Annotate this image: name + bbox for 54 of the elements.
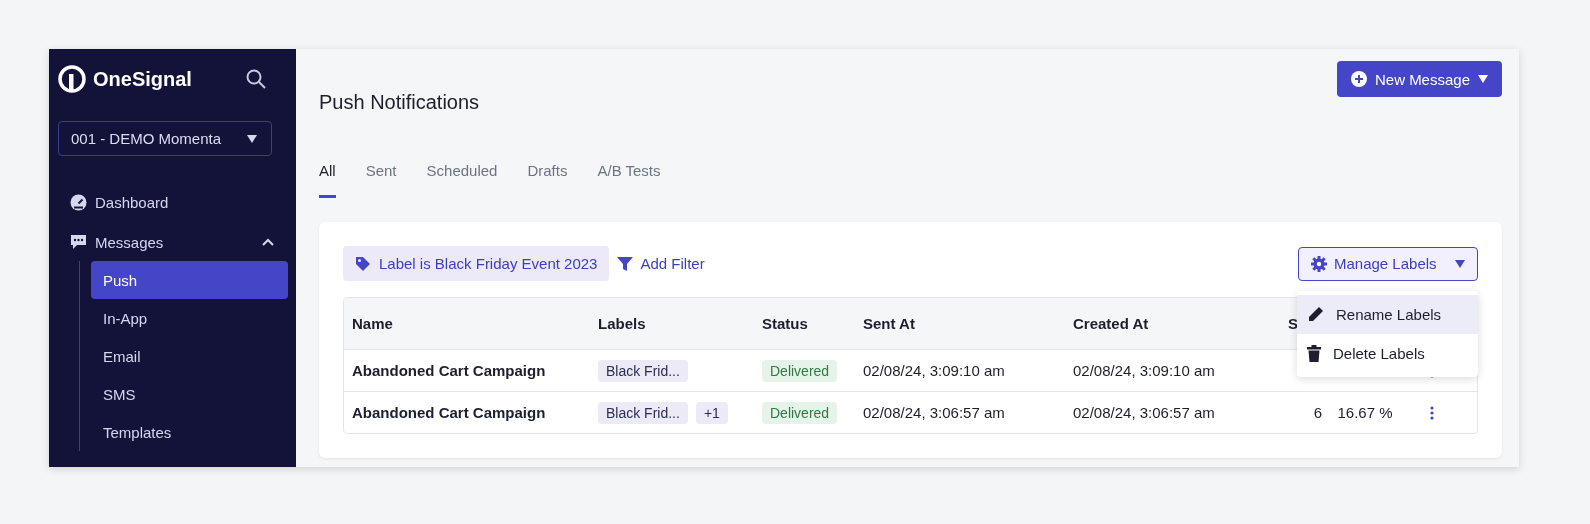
table-cell-text: Abandoned Cart Campaign [352,362,547,379]
table-cell-text: 02/08/24, 3:06:57 am [863,404,1006,421]
manage-labels-button[interactable]: Manage Labels [1298,246,1478,281]
table-cell-text: 02/08/24, 3:06:57 am [1073,404,1216,421]
caret-icon [1455,259,1465,268]
nav-subitem[interactable]: In-App [91,299,288,337]
app-selector[interactable]: 001 - DEMO Momenta [58,121,272,156]
table-cell-text: 02/08/24, 3:09:10 am [1073,362,1216,379]
tab[interactable]: All [319,162,336,198]
plus-circle-icon [1350,71,1367,87]
tab[interactable]: Drafts [527,162,568,198]
filter-chip[interactable]: Label is Black Friday Event 2023 [343,246,610,281]
nav-subitem[interactable]: SMS [91,375,288,413]
label-tag: Black Frid... [598,401,688,424]
table-cell-text: 16.67 % [1336,404,1394,421]
nav-subitem[interactable]: Templates [91,413,288,451]
nav-item[interactable]: Messages [58,232,288,252]
trash-icon [1307,345,1321,362]
tab[interactable]: A/B Tests [597,162,661,198]
nav-item[interactable]: Dashboard [58,192,288,212]
settings-icon [1311,255,1327,272]
status-tag: Delivered [762,401,838,424]
table-cell-text: 6 [1312,404,1322,421]
logo-icon [58,65,86,93]
menu-item[interactable]: Delete Labels [1297,334,1478,373]
pencil-icon [1307,306,1324,323]
search-icon[interactable] [246,69,266,89]
chevron-up-icon[interactable] [262,238,274,246]
tag-icon [355,255,371,272]
tab[interactable]: Scheduled [426,162,498,198]
label-tag: +1 [695,401,728,424]
column-header: Name [352,315,394,332]
table-cell-text: Abandoned Cart Campaign [352,404,547,421]
chat-icon [70,234,87,250]
column-header: Labels [598,315,647,332]
menu-item[interactable]: Rename Labels [1297,295,1478,334]
nav-subitem[interactable]: Push [91,261,288,299]
column-header: Sent At [863,315,916,332]
caret-icon [247,134,257,143]
page-title: Push Notifications [319,91,480,114]
tab[interactable]: Sent [365,162,397,198]
gauge-icon [70,193,87,211]
new-message-button[interactable]: New Message [1336,61,1502,97]
status-tag: Delivered [762,359,838,382]
label-tag: Black Frid... [598,359,688,382]
column-header: Created At [1073,315,1150,332]
brand-name: OneSignal [93,67,192,91]
caret-icon [1478,75,1488,83]
add-filter-button[interactable]: Add Filter [617,255,705,272]
nav-subitem[interactable]: Email [91,337,288,375]
column-header: Status [762,315,809,332]
filter-icon [617,255,634,272]
column-header: S [1288,315,1299,332]
table-cell-text: 02/08/24, 3:09:10 am [863,362,1006,379]
